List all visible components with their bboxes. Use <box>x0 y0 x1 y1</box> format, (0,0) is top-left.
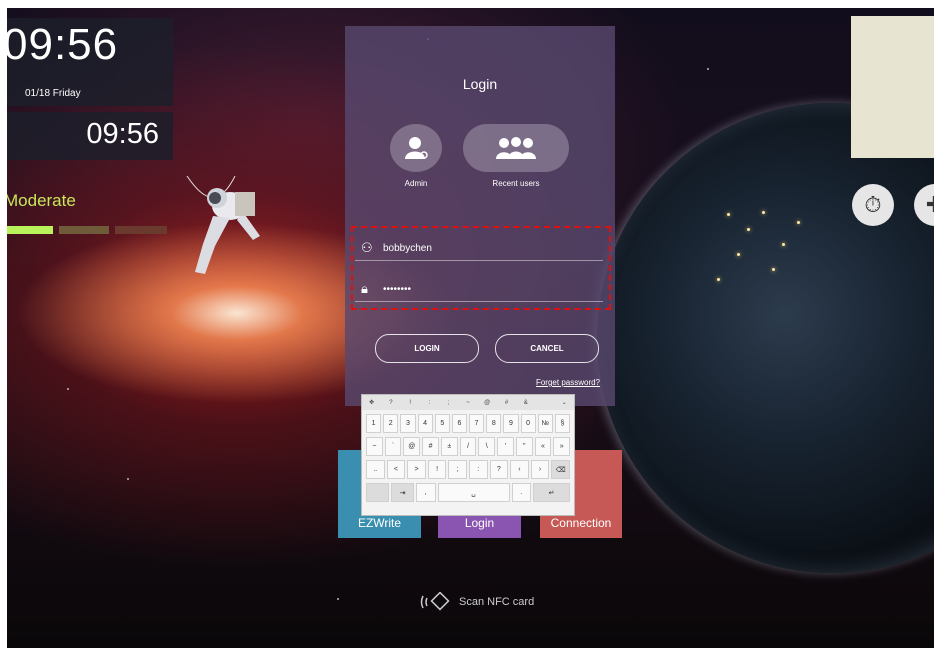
desktop-screen: 09:56 01/18 Friday 09:56 Moderate ⏱ ✚ EZ… <box>7 8 934 648</box>
key[interactable]: @ <box>403 437 421 456</box>
city-light <box>727 213 730 216</box>
key[interactable] <box>366 483 389 502</box>
key[interactable]: ± <box>440 437 458 456</box>
keyboard-row-symbols: ~ ` @ # ± / \ ' " « » <box>362 437 574 456</box>
clock-widget[interactable]: 09:56 01/18 Friday <box>7 18 173 106</box>
clock-date: 01/18 Friday <box>25 88 81 99</box>
recent-users-label: Recent users <box>492 179 540 188</box>
key[interactable]: ` <box>384 437 402 456</box>
login-dialog: Login Admin Recent users ⚇ bobbychen 🔒︎ … <box>345 26 615 406</box>
login-tile-label: Login <box>464 516 495 530</box>
highlight-box <box>351 226 611 310</box>
city-light <box>762 211 765 214</box>
login-button[interactable]: LOGIN <box>375 334 479 363</box>
key[interactable]: 4 <box>417 414 433 433</box>
secondary-clock-widget[interactable]: 09:56 <box>7 112 173 160</box>
nfc-text: Scan NFC card <box>459 596 535 608</box>
key[interactable]: ‹ <box>510 460 529 479</box>
city-light <box>717 278 720 281</box>
key[interactable]: ' <box>497 437 514 456</box>
keyboard-suggestion-row: ✥ ? ! : ; ~ @ # & ⌄ <box>362 395 574 410</box>
key[interactable]: 3 <box>400 414 416 433</box>
admin-user-button[interactable] <box>390 124 442 172</box>
key[interactable]: ✥ <box>362 399 381 406</box>
star <box>707 68 709 70</box>
ezwrite-label: EZWrite <box>357 516 402 530</box>
air-quality-bar-2 <box>59 226 109 234</box>
key[interactable]: ; <box>448 460 467 479</box>
key[interactable]: › <box>530 460 550 479</box>
key[interactable]: § <box>554 414 571 433</box>
key[interactable]: ! <box>427 460 447 479</box>
air-quality-bar-1 <box>7 226 53 234</box>
star <box>67 388 69 390</box>
key[interactable]: ~ <box>366 437 383 456</box>
key[interactable]: ! <box>401 400 420 406</box>
key[interactable]: < <box>386 460 406 479</box>
admin-label: Admin <box>404 179 428 188</box>
keyboard-row-numbers: 1 2 3 4 5 6 7 8 9 0 № § <box>362 414 574 433</box>
recent-users-icon <box>496 137 536 159</box>
space-key[interactable]: ␣ <box>437 483 510 502</box>
astronaut-illustration <box>186 176 260 274</box>
key[interactable]: .. <box>366 460 385 479</box>
cancel-button[interactable]: CANCEL <box>495 334 599 363</box>
city-light <box>782 243 785 246</box>
forget-password-link[interactable]: Forget password? <box>536 378 600 387</box>
recent-users-button[interactable] <box>463 124 569 172</box>
stopwatch-icon[interactable]: ⏱ <box>852 184 894 226</box>
nfc-prompt: Scan NFC card <box>419 592 534 612</box>
key[interactable]: ? <box>489 460 509 479</box>
air-quality-label: Moderate <box>7 191 76 210</box>
star <box>337 598 339 600</box>
on-screen-keyboard: ✥ ? ! : ; ~ @ # & ⌄ 1 2 3 4 5 6 7 8 9 0 … <box>361 394 575 516</box>
city-light <box>737 253 740 256</box>
admin-icon <box>405 137 428 159</box>
nfc-icon <box>420 592 450 611</box>
key[interactable]: ~ <box>458 400 477 406</box>
enter-key[interactable]: ↵ <box>533 483 570 502</box>
air-quality-bar-3 <box>115 226 167 234</box>
city-light <box>772 268 775 271</box>
key[interactable]: > <box>407 460 426 479</box>
key[interactable]: 5 <box>434 414 450 433</box>
star <box>127 478 129 480</box>
key[interactable]: 2 <box>383 414 399 433</box>
key[interactable]: . <box>511 483 531 502</box>
key[interactable]: : <box>420 400 439 406</box>
key[interactable]: & <box>516 400 535 406</box>
key[interactable]: # <box>422 437 439 456</box>
key[interactable]: : <box>468 460 488 479</box>
key[interactable]: 0 <box>520 414 536 433</box>
key[interactable]: @ <box>478 400 497 406</box>
key[interactable]: # <box>497 400 516 406</box>
city-light <box>797 221 800 224</box>
key[interactable]: 6 <box>451 414 468 433</box>
key[interactable]: " <box>515 437 533 456</box>
connection-label: Connection <box>550 516 612 530</box>
city-light <box>747 228 750 231</box>
key[interactable]: / <box>459 437 477 456</box>
tab-key[interactable]: ⇥ <box>391 483 414 502</box>
clock-time: 09:56 <box>7 20 119 69</box>
keyboard-row-punctuation: .. < > ! ; : ? ‹ › ⌫ <box>362 460 574 479</box>
key[interactable]: « <box>534 437 552 456</box>
key[interactable]: \ <box>478 437 496 456</box>
key[interactable]: » <box>553 437 571 456</box>
key[interactable]: 8 <box>486 414 502 433</box>
key[interactable]: , <box>416 483 436 502</box>
key[interactable]: ; <box>439 400 458 406</box>
key[interactable]: ? <box>381 400 400 406</box>
photo-widget[interactable] <box>851 16 934 158</box>
keyboard-row-bottom: ⇥ , ␣ . ↵ <box>362 483 574 502</box>
key[interactable]: 9 <box>503 414 519 433</box>
key[interactable]: 1 <box>366 414 382 433</box>
secondary-clock-time: 09:56 <box>86 118 159 150</box>
backspace-key[interactable]: ⌫ <box>551 460 570 479</box>
earth-planet <box>597 103 934 573</box>
chevron-down-icon[interactable]: ⌄ <box>555 399 574 406</box>
key[interactable]: 7 <box>469 414 485 433</box>
key[interactable]: № <box>537 414 553 433</box>
login-title: Login <box>462 76 498 92</box>
